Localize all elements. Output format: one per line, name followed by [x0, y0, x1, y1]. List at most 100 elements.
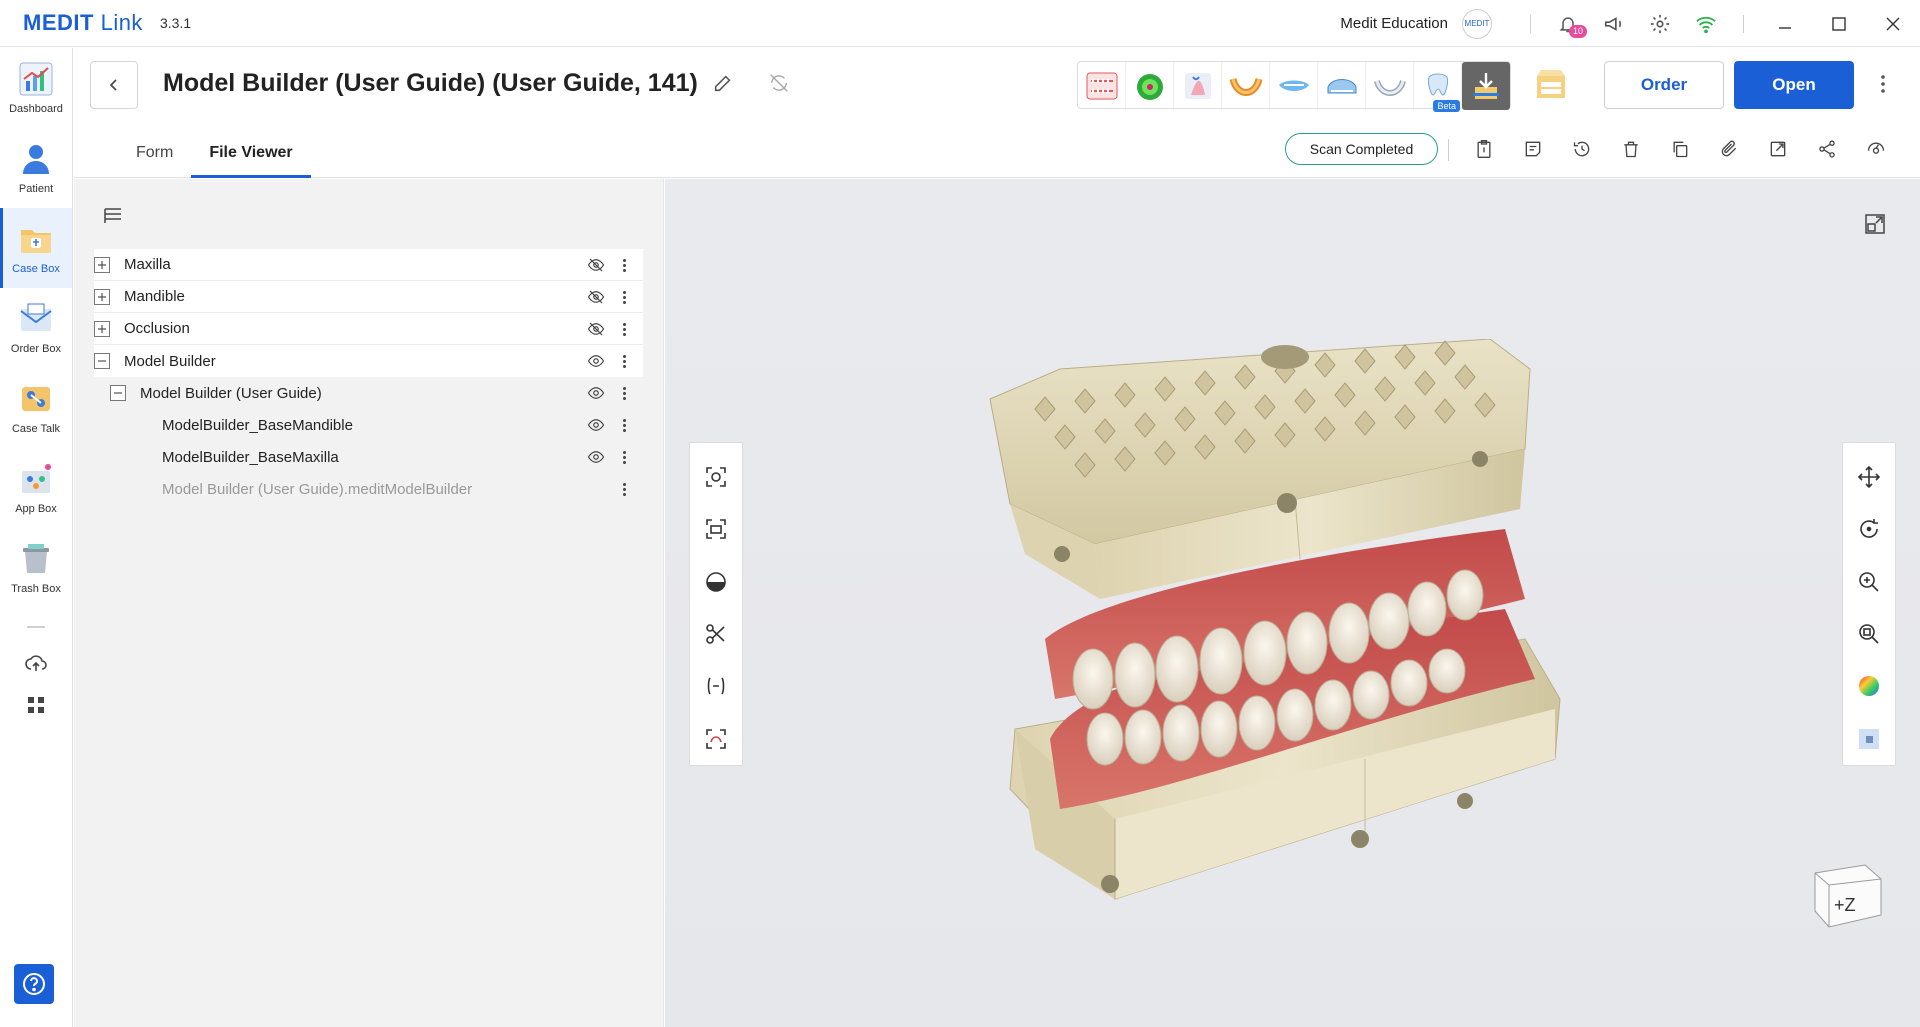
section-view-icon[interactable] — [696, 556, 736, 608]
measure-icon[interactable] — [696, 660, 736, 712]
export-icon[interactable] — [1753, 134, 1802, 164]
app-green-orb-icon[interactable] — [1126, 62, 1174, 110]
tree-row-maxilla[interactable]: Maxilla — [94, 249, 643, 281]
edit-pencil-icon[interactable] — [712, 72, 734, 99]
model-screenshot-icon[interactable] — [696, 713, 736, 765]
row-menu-icon[interactable] — [623, 479, 627, 499]
open-button[interactable]: Open — [1734, 61, 1854, 109]
row-menu-icon[interactable] — [623, 383, 627, 403]
clipboard-icon[interactable] — [1459, 134, 1508, 164]
right-toolbar — [1842, 442, 1896, 766]
dental-model-3d[interactable] — [965, 339, 1585, 939]
app-model-builder-icon[interactable] — [1462, 62, 1510, 110]
share-icon[interactable] — [1802, 134, 1851, 164]
app-box-shortcut-icon[interactable] — [1531, 66, 1571, 109]
tree-row-base-maxilla[interactable]: ModelBuilder_BaseMaxilla — [94, 441, 643, 473]
row-menu-icon[interactable] — [623, 319, 627, 339]
close-window-button[interactable] — [1866, 0, 1920, 47]
divider — [1448, 139, 1449, 161]
status-badge[interactable]: Scan Completed — [1285, 133, 1438, 165]
color-map-icon[interactable] — [1849, 660, 1889, 712]
maximize-button[interactable] — [1812, 0, 1866, 47]
eye-visible-icon[interactable] — [587, 449, 605, 465]
history-icon[interactable] — [1557, 134, 1606, 164]
scissors-icon[interactable] — [696, 608, 736, 660]
user-name[interactable]: Medit Education — [1340, 15, 1448, 32]
texture-toggle-icon[interactable] — [1849, 713, 1889, 765]
case-talk-icon — [22, 387, 50, 411]
wifi-icon[interactable] — [1689, 7, 1723, 41]
expand-plus-icon[interactable] — [94, 256, 110, 273]
collapse-minus-icon[interactable] — [94, 353, 110, 369]
tree-collapse-icon[interactable] — [102, 205, 124, 232]
view-orientation-cube[interactable]: +Z — [1805, 849, 1889, 938]
chevron-left-icon — [109, 79, 117, 91]
row-menu-icon[interactable] — [623, 415, 627, 435]
grid-apps-icon[interactable] — [0, 684, 72, 726]
app-beta-tooth-icon[interactable]: Beta — [1414, 62, 1462, 112]
pan-move-icon[interactable] — [1849, 451, 1889, 503]
beta-badge: Beta — [1433, 100, 1460, 112]
zoom-in-icon[interactable] — [1849, 556, 1889, 608]
nav-dashboard[interactable]: Dashboard — [0, 48, 72, 128]
eye-hidden-icon[interactable] — [587, 289, 605, 305]
tab-form[interactable]: Form — [118, 128, 191, 178]
minimize-button[interactable] — [1758, 0, 1812, 47]
nav-order-box[interactable]: Order Box — [0, 288, 72, 368]
eye-visible-icon[interactable] — [587, 385, 605, 401]
nav-case-talk[interactable]: Case Talk — [0, 368, 72, 448]
tree-row-label: Occlusion — [124, 320, 190, 337]
back-button[interactable] — [90, 61, 138, 109]
tree-row-base-mandible[interactable]: ModelBuilder_BaseMandible — [94, 409, 643, 441]
layout-toggle-icon[interactable] — [1864, 213, 1886, 240]
tree-row-model-builder-user-guide[interactable]: Model Builder (User Guide) — [94, 377, 643, 409]
fit-view-icon[interactable] — [696, 451, 736, 503]
nav-label: Patient — [18, 183, 54, 195]
copy-icon[interactable] — [1655, 134, 1704, 164]
zoom-fit-icon[interactable] — [1849, 608, 1889, 660]
row-menu-icon[interactable] — [623, 287, 627, 307]
app-tooth-scan-icon[interactable] — [1174, 62, 1222, 110]
cloud-upload-icon[interactable] — [0, 642, 72, 684]
app-orange-arch-icon[interactable] — [1222, 62, 1270, 110]
trash-box-icon — [23, 544, 49, 573]
tree-row-mandible[interactable]: Mandible — [94, 281, 643, 313]
app-aligner-icon[interactable] — [1366, 62, 1414, 110]
capture-icon[interactable] — [696, 503, 736, 555]
app-smile-design-icon[interactable] — [1270, 62, 1318, 110]
row-menu-icon[interactable] — [623, 447, 627, 467]
nav-case-box[interactable]: Case Box — [0, 208, 72, 288]
app-dental-arch-icon[interactable] — [1078, 62, 1126, 110]
attachment-icon[interactable] — [1704, 134, 1753, 164]
tree-row-model-builder-file[interactable]: Model Builder (User Guide).meditModelBui… — [94, 473, 643, 505]
rotate-icon[interactable] — [1849, 503, 1889, 555]
tree-row-model-builder[interactable]: Model Builder — [94, 345, 643, 377]
expand-plus-icon[interactable] — [94, 288, 110, 305]
eye-visible-icon[interactable] — [587, 417, 605, 433]
nav-app-box[interactable]: App Box — [0, 448, 72, 528]
remote-support-icon[interactable] — [1851, 134, 1900, 164]
tree-row-occlusion[interactable]: Occlusion — [94, 313, 643, 345]
sync-disabled-icon — [768, 72, 790, 99]
announcement-megaphone-icon[interactable] — [1597, 7, 1631, 41]
tab-file-viewer[interactable]: File Viewer — [191, 128, 311, 178]
eye-hidden-icon[interactable] — [587, 257, 605, 273]
expand-plus-icon[interactable] — [94, 320, 110, 337]
settings-gear-icon[interactable] — [1643, 7, 1677, 41]
trash-icon[interactable] — [1606, 134, 1655, 164]
help-button[interactable] — [14, 964, 54, 1004]
eye-hidden-icon[interactable] — [587, 321, 605, 337]
eye-visible-icon[interactable] — [587, 353, 605, 369]
note-icon[interactable] — [1508, 134, 1557, 164]
nav-trash-box[interactable]: Trash Box — [0, 528, 72, 608]
app-splint-icon[interactable] — [1318, 62, 1366, 110]
3d-viewer[interactable]: +Z — [665, 179, 1920, 1027]
row-menu-icon[interactable] — [623, 255, 627, 275]
row-menu-icon[interactable] — [623, 351, 627, 371]
more-options-icon[interactable] — [1880, 74, 1886, 99]
order-button[interactable]: Order — [1604, 61, 1724, 109]
notification-bell-icon[interactable]: 10 — [1551, 7, 1587, 41]
user-avatar[interactable]: MEDIT — [1462, 8, 1492, 39]
collapse-minus-icon[interactable] — [110, 385, 126, 401]
nav-patient[interactable]: Patient — [0, 128, 72, 208]
